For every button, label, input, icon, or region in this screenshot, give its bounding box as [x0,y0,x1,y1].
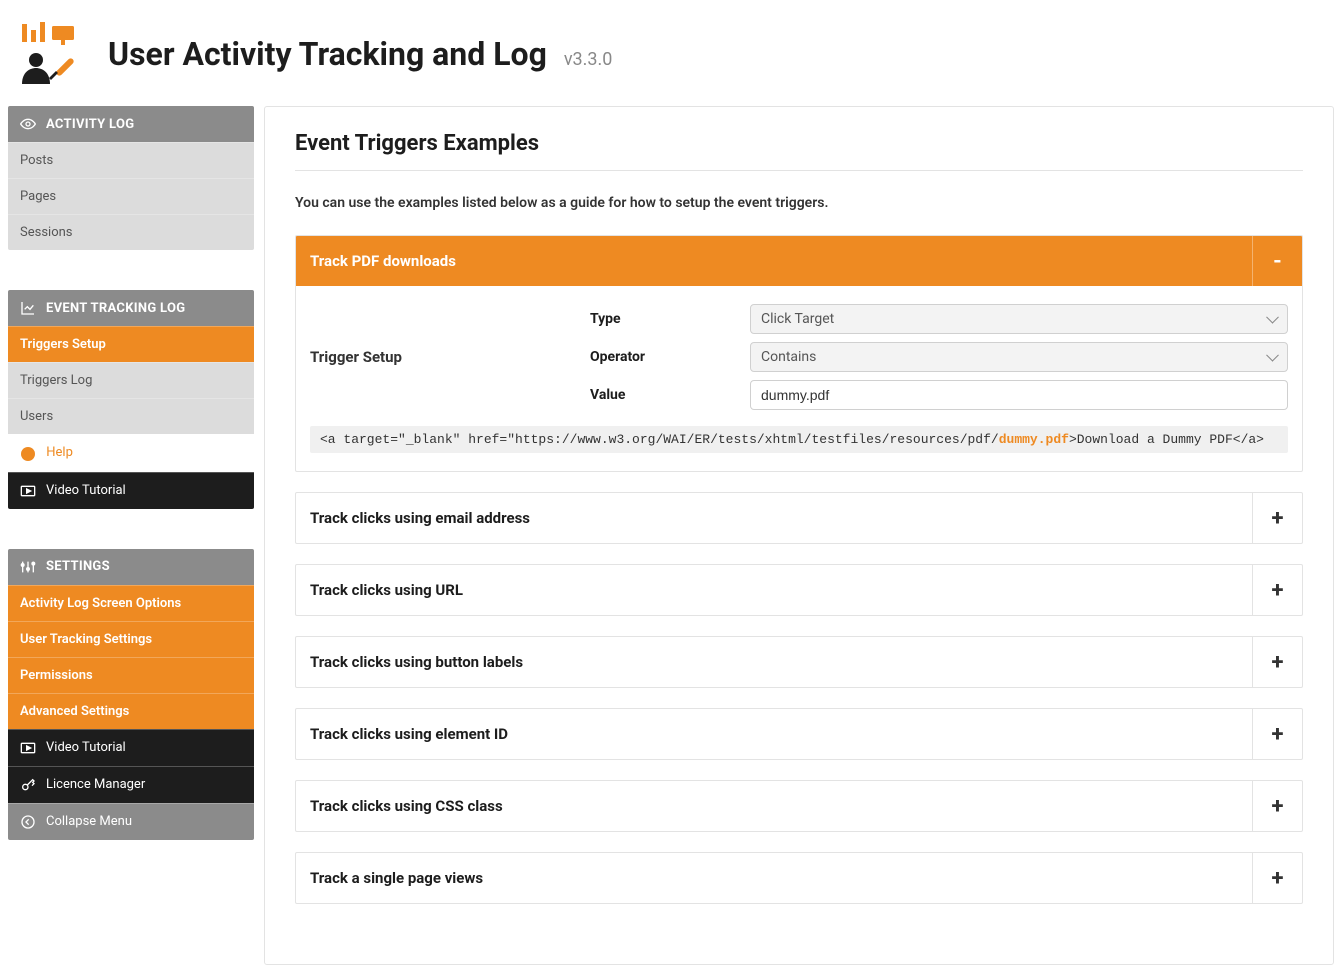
sidebar-item-sessions[interactable]: Sessions [8,214,254,250]
example-track-clicks-element-id: Track clicks using element ID + [295,708,1303,760]
sidebar-item-label: User Tracking Settings [20,632,152,647]
accordion-header[interactable]: Track clicks using email address + [296,493,1302,543]
accordion-header[interactable]: Track clicks using button labels + [296,637,1302,687]
accordion-title: Track clicks using email address [296,493,1252,543]
sidebar-item-users[interactable]: Users [8,398,254,434]
sidebar-item-advanced-settings[interactable]: Advanced Settings [8,693,254,729]
example-track-single-page-views: Track a single page views + [295,852,1303,904]
sidebar-item-posts[interactable]: Posts [8,142,254,178]
accordion-toggle-expand[interactable]: + [1252,493,1302,543]
eye-icon [20,116,36,132]
accordion-header[interactable]: Track clicks using CSS class + [296,781,1302,831]
sidebar: ACTIVITY LOG Posts Pages Sessions EVENT … [8,106,254,840]
app-title-text: User Activity Tracking and Log [108,35,547,73]
main-panel: Event Triggers Examples You can use the … [264,106,1334,965]
sidebar-item-label: Posts [20,153,53,168]
operator-select[interactable]: Contains [750,342,1288,372]
example-track-pdf-downloads: Track PDF downloads - Trigger Setup Type… [295,235,1303,472]
example-track-clicks-button-labels: Track clicks using button labels + [295,636,1303,688]
accordion-header[interactable]: Track PDF downloads - [296,236,1302,286]
video-icon [20,740,36,756]
sidebar-header-activity-log[interactable]: ACTIVITY LOG [8,106,254,142]
sidebar-item-label: Triggers Setup [20,337,106,352]
intro-text: You can use the examples listed below as… [295,195,1303,211]
code-suffix: >Download a Dummy PDF</a> [1069,432,1264,447]
accordion-toggle-expand[interactable]: + [1252,781,1302,831]
sidebar-item-licence-manager[interactable]: Licence Manager [8,766,254,803]
sidebar-item-label: Video Tutorial [46,740,126,755]
sidebar-header-settings[interactable]: SETTINGS [8,549,254,585]
accordion-body: Trigger Setup Type Click Target Operator… [296,286,1302,471]
sidebar-item-collapse-menu[interactable]: Collapse Menu [8,803,254,840]
sidebar-item-label: Collapse Menu [46,814,132,829]
arrow-left-circle-icon [20,814,36,830]
sidebar-item-label: Help [46,445,73,460]
accordion-title: Track clicks using CSS class [296,781,1252,831]
accordion-toggle-expand[interactable]: + [1252,709,1302,759]
accordion-header[interactable]: Track clicks using element ID + [296,709,1302,759]
chart-line-icon [20,300,36,316]
sidebar-item-triggers-log[interactable]: Triggers Log [8,362,254,398]
app-header: User Activity Tracking and Log v3.3.0 [0,0,1342,106]
sidebar-item-permissions[interactable]: Permissions [8,657,254,693]
sidebar-header-label: ACTIVITY LOG [46,117,134,132]
sidebar-item-label: Triggers Log [20,373,92,388]
sidebar-item-triggers-setup[interactable]: Triggers Setup [8,326,254,362]
accordion-toggle-collapse[interactable]: - [1252,236,1302,286]
sidebar-header-label: SETTINGS [46,559,110,574]
example-track-clicks-email: Track clicks using email address + [295,492,1303,544]
app-logo-icon [16,22,80,86]
sidebar-item-activity-log-screen-options[interactable]: Activity Log Screen Options [8,585,254,621]
accordion-title: Track PDF downloads [296,236,1252,286]
app-version: v3.3.0 [564,49,613,70]
sidebar-item-label: Activity Log Screen Options [20,596,181,611]
trigger-setup-label: Trigger Setup [310,348,560,366]
page-title: Event Triggers Examples [295,131,1303,171]
sidebar-header-event-tracking[interactable]: EVENT TRACKING LOG [8,290,254,326]
example-track-clicks-url: Track clicks using URL + [295,564,1303,616]
sidebar-item-label: Licence Manager [46,777,145,792]
sidebar-item-pages[interactable]: Pages [8,178,254,214]
sidebar-item-label: Advanced Settings [20,704,129,719]
sidebar-item-label: Pages [20,189,56,204]
value-label: Value [590,387,750,403]
video-icon [20,483,36,499]
operator-label: Operator [590,349,750,365]
accordion-header[interactable]: Track clicks using URL + [296,565,1302,615]
type-label: Type [590,311,750,327]
sidebar-group-event-tracking: EVENT TRACKING LOG Triggers Setup Trigge… [8,290,254,509]
accordion-title: Track clicks using button labels [296,637,1252,687]
sidebar-item-label: Sessions [20,225,73,240]
sidebar-item-label: Users [20,409,53,424]
sliders-icon [20,559,36,575]
sidebar-item-video-tutorial[interactable]: Video Tutorial [8,472,254,509]
example-track-clicks-css-class: Track clicks using CSS class + [295,780,1303,832]
accordion-header[interactable]: Track a single page views + [296,853,1302,903]
code-prefix: <a target="_blank" href="https://www.w3.… [320,432,999,447]
accordion-toggle-expand[interactable]: + [1252,565,1302,615]
sidebar-group-activity-log: ACTIVITY LOG Posts Pages Sessions [8,106,254,250]
sidebar-item-label: Video Tutorial [46,483,126,498]
sidebar-item-help[interactable]: ? Help [8,434,254,472]
sidebar-group-settings: SETTINGS Activity Log Screen Options Use… [8,549,254,840]
sidebar-item-label: Permissions [20,668,93,683]
help-icon: ? [21,447,35,461]
code-example: <a target="_blank" href="https://www.w3.… [310,426,1288,453]
accordion-toggle-expand[interactable]: + [1252,853,1302,903]
value-input[interactable] [750,380,1288,410]
accordion-title: Track a single page views [296,853,1252,903]
sidebar-header-label: EVENT TRACKING LOG [46,301,185,316]
app-title: User Activity Tracking and Log v3.3.0 [108,35,612,73]
key-icon [20,777,36,793]
accordion-toggle-expand[interactable]: + [1252,637,1302,687]
sidebar-item-user-tracking-settings[interactable]: User Tracking Settings [8,621,254,657]
type-select[interactable]: Click Target [750,304,1288,334]
accordion-title: Track clicks using element ID [296,709,1252,759]
code-highlight: dummy.pdf [999,432,1069,447]
accordion-title: Track clicks using URL [296,565,1252,615]
sidebar-item-video-tutorial-settings[interactable]: Video Tutorial [8,729,254,766]
